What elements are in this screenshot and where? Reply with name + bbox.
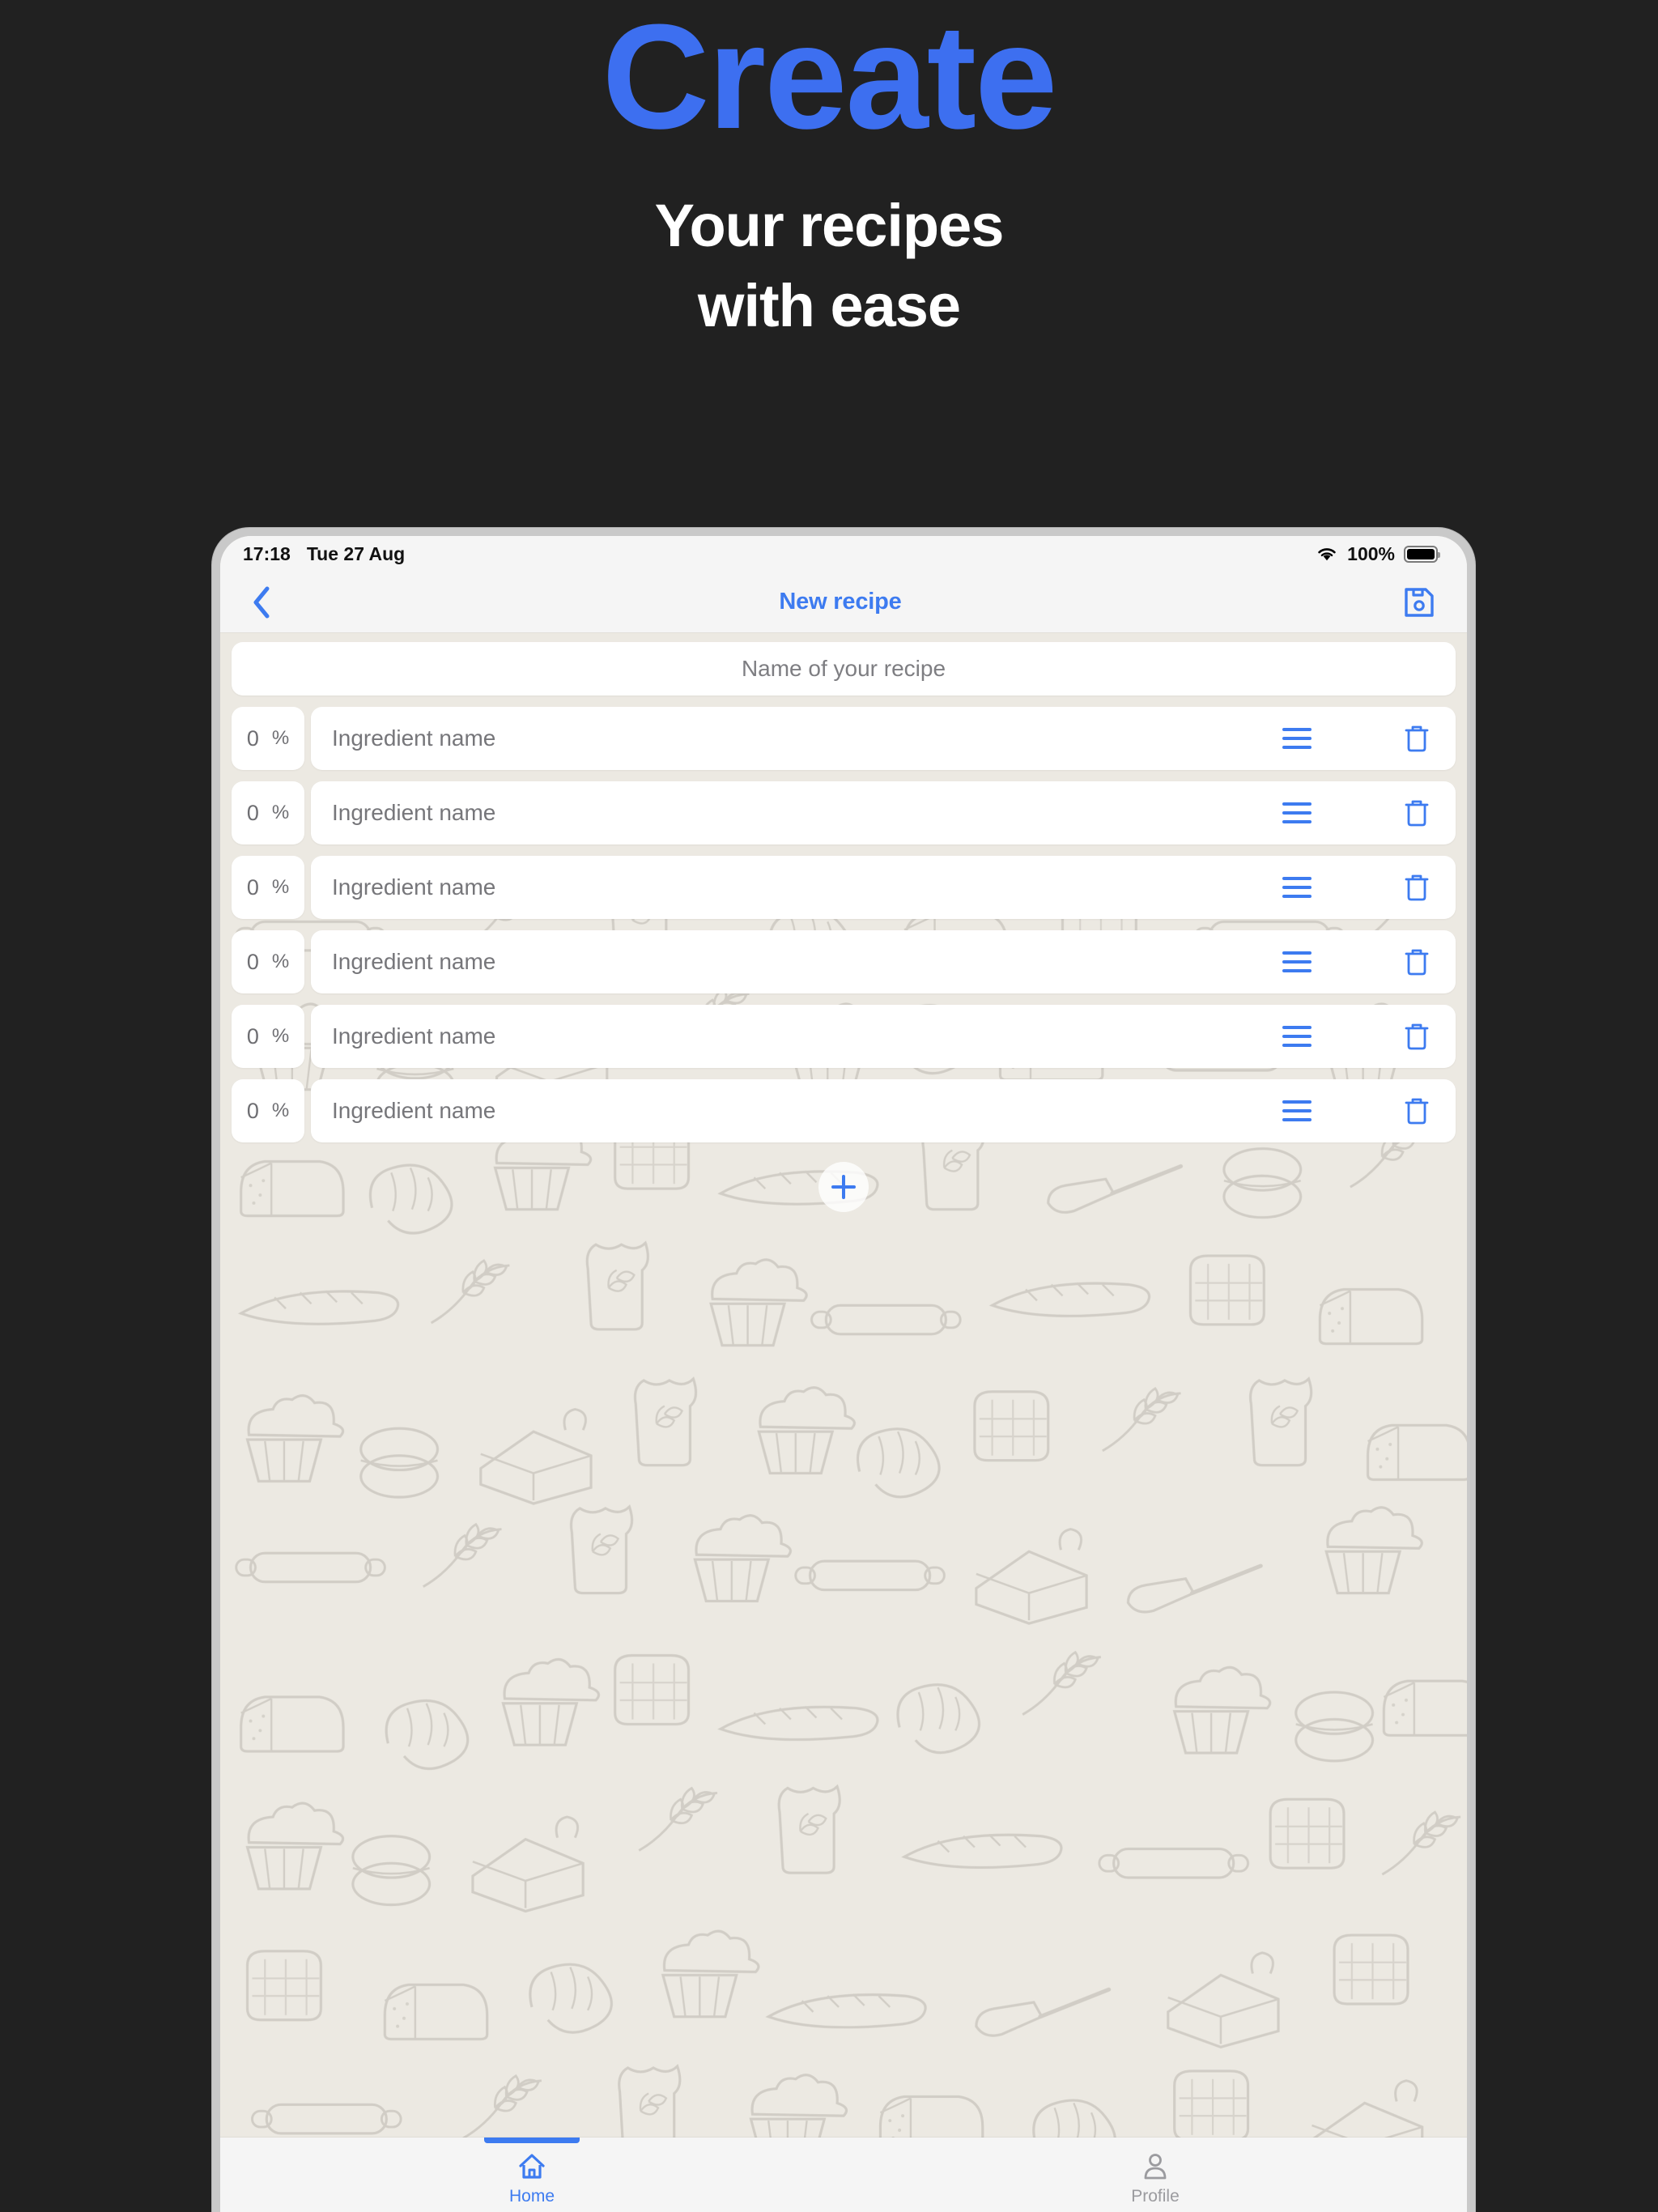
ingredient-percent-field[interactable]: 0% xyxy=(232,930,304,993)
recipe-editor-content: Name of your recipe 0% Ingredient name 0% I… xyxy=(220,632,1467,2212)
delete-ingredient-button[interactable] xyxy=(1396,866,1438,908)
promo-subtitle-line-1: Your recipes xyxy=(654,192,1005,260)
device-frame: 17:18 Tue 27 Aug 100% New recipe Name of… xyxy=(212,528,1475,2212)
ingredient-name-placeholder: Ingredient name xyxy=(332,874,496,900)
ingredient-row: 0% Ingredient name xyxy=(232,930,1456,993)
ingredient-percent-field[interactable]: 0% xyxy=(232,707,304,770)
ingredient-percent-field[interactable]: 0% xyxy=(232,856,304,919)
percent-unit-label: % xyxy=(271,1025,290,1047)
ingredient-percent-field[interactable]: 0% xyxy=(232,1005,304,1068)
ingredient-name-placeholder: Ingredient name xyxy=(332,1023,496,1049)
recipe-name-field[interactable]: Name of your recipe xyxy=(232,642,1456,696)
reorder-handle-icon[interactable] xyxy=(1276,1015,1318,1057)
battery-icon xyxy=(1404,545,1440,563)
delete-ingredient-button[interactable] xyxy=(1396,717,1438,759)
add-ingredient-row xyxy=(220,1162,1467,1212)
trash-icon xyxy=(1405,725,1429,752)
battery-percent-label: 100% xyxy=(1347,542,1395,564)
ingredient-row: 0% Ingredient name xyxy=(232,1079,1456,1142)
tab-home[interactable]: Home xyxy=(220,2138,844,2212)
reorder-handle-icon[interactable] xyxy=(1276,1090,1318,1132)
promo-subtitle-line-2: with ease xyxy=(697,271,961,339)
recipe-name-placeholder: Name of your recipe xyxy=(741,656,946,681)
device-screen: 17:18 Tue 27 Aug 100% New recipe Name of… xyxy=(220,536,1467,2212)
page-title: New recipe xyxy=(779,589,902,615)
active-tab-indicator xyxy=(484,2138,580,2143)
percent-unit-label: % xyxy=(271,1100,290,1121)
ingredient-percent-value: 0 xyxy=(246,874,259,900)
ingredient-name-field[interactable]: Ingredient name xyxy=(311,1005,1456,1068)
ingredient-row: 0% Ingredient name xyxy=(232,707,1456,770)
ingredient-name-placeholder: Ingredient name xyxy=(332,800,496,825)
status-date: Tue 27 Aug xyxy=(306,542,406,564)
navigation-bar: New recipe xyxy=(220,572,1467,632)
reorder-handle-icon[interactable] xyxy=(1276,866,1318,908)
device-mockup: 17:18 Tue 27 Aug 100% New recipe Name of… xyxy=(212,528,1475,2212)
ingredient-percent-value: 0 xyxy=(246,949,259,974)
delete-ingredient-button[interactable] xyxy=(1396,1090,1438,1132)
trash-icon xyxy=(1405,874,1429,901)
tab-home-label: Home xyxy=(508,2187,555,2206)
trash-icon xyxy=(1405,1098,1429,1125)
ingredient-row: 0% Ingredient name xyxy=(232,1005,1456,1068)
reorder-handle-icon[interactable] xyxy=(1276,792,1318,834)
trash-icon xyxy=(1405,800,1429,827)
reorder-handle-icon[interactable] xyxy=(1276,941,1318,983)
home-icon xyxy=(519,2154,545,2179)
save-button[interactable] xyxy=(1397,581,1441,624)
ingredient-percent-value: 0 xyxy=(246,800,259,825)
percent-unit-label: % xyxy=(271,727,290,749)
promo-header: Create Your recipes with ease xyxy=(0,0,1658,346)
ingredient-list: 0% Ingredient name 0% Ingredient name 0% Ingr… xyxy=(232,707,1456,1142)
trash-icon xyxy=(1405,949,1429,976)
chevron-left-icon xyxy=(253,586,270,618)
delete-ingredient-button[interactable] xyxy=(1396,941,1438,983)
ingredient-name-field[interactable]: Ingredient name xyxy=(311,930,1456,993)
wifi-icon xyxy=(1318,547,1336,560)
ingredient-name-field[interactable]: Ingredient name xyxy=(311,856,1456,919)
status-time: 17:18 xyxy=(243,542,291,564)
floppy-disk-save-icon xyxy=(1405,587,1434,617)
plus-icon xyxy=(831,1175,856,1199)
back-button[interactable] xyxy=(240,581,283,624)
trash-icon xyxy=(1405,1023,1429,1050)
ingredient-percent-field[interactable]: 0% xyxy=(232,781,304,844)
bottom-tab-bar: Home Profile xyxy=(220,2138,1467,2212)
percent-unit-label: % xyxy=(271,951,290,972)
status-bar-right: 100% xyxy=(1316,542,1440,565)
promo-title: Create xyxy=(602,0,1058,160)
add-ingredient-button[interactable] xyxy=(818,1162,869,1212)
ingredient-percent-value: 0 xyxy=(246,1023,259,1049)
recipe-form: Name of your recipe 0% Ingredient name 0% I… xyxy=(220,632,1467,1142)
status-bar-left: 17:18 Tue 27 Aug xyxy=(243,543,405,565)
tab-profile-label: Profile xyxy=(1131,2187,1180,2206)
ingredient-name-field[interactable]: Ingredient name xyxy=(311,781,1456,844)
ingredient-name-placeholder: Ingredient name xyxy=(332,725,496,751)
delete-ingredient-button[interactable] xyxy=(1396,1015,1438,1057)
ingredient-percent-value: 0 xyxy=(246,725,259,751)
reorder-handle-icon[interactable] xyxy=(1276,717,1318,759)
ingredient-row: 0% Ingredient name xyxy=(232,781,1456,844)
ingredient-row: 0% Ingredient name xyxy=(232,856,1456,919)
percent-unit-label: % xyxy=(271,876,290,898)
ingredient-percent-value: 0 xyxy=(246,1098,259,1123)
delete-ingredient-button[interactable] xyxy=(1396,792,1438,834)
person-icon xyxy=(1144,2154,1167,2180)
percent-unit-label: % xyxy=(271,802,290,823)
ingredient-name-field[interactable]: Ingredient name xyxy=(311,1079,1456,1142)
ingredient-name-field[interactable]: Ingredient name xyxy=(311,707,1456,770)
ingredient-name-placeholder: Ingredient name xyxy=(332,949,496,974)
ingredient-name-placeholder: Ingredient name xyxy=(332,1098,496,1123)
status-bar: 17:18 Tue 27 Aug 100% xyxy=(220,536,1467,572)
ingredient-percent-field[interactable]: 0% xyxy=(232,1079,304,1142)
promo-subtitle: Your recipes with ease xyxy=(0,186,1658,346)
tab-profile[interactable]: Profile xyxy=(844,2138,1467,2212)
